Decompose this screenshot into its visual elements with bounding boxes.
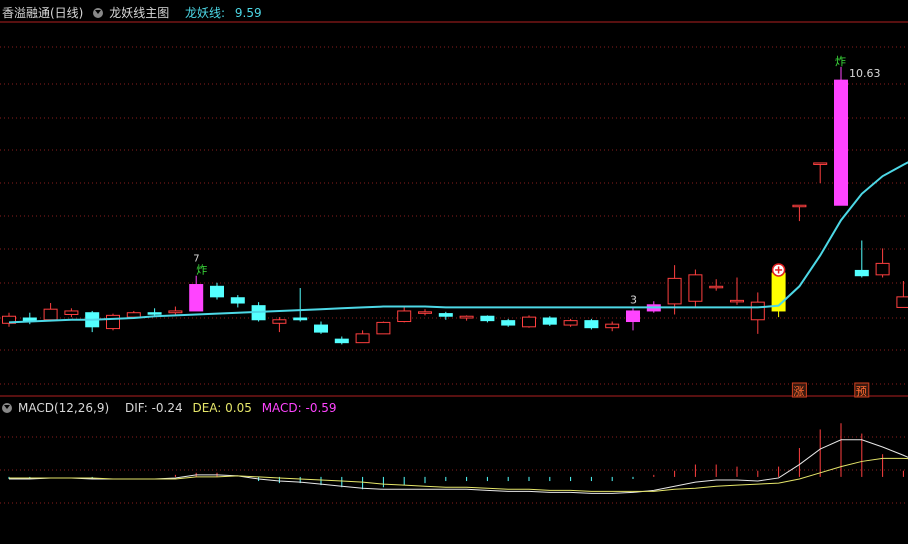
candle-body <box>522 316 536 328</box>
signal-box-label: 涨 <box>793 385 804 398</box>
candle-body <box>542 317 557 325</box>
signal-box-label: 预 <box>856 385 867 398</box>
candle-body <box>147 312 162 315</box>
stock-title[interactable]: 香溢融通(日线) <box>2 6 83 20</box>
candle-body <box>896 296 908 308</box>
candle-body <box>813 162 828 165</box>
candle-body <box>334 338 349 344</box>
dragon-line-label-text: 龙妖线: <box>185 6 226 20</box>
candle-body <box>584 320 599 329</box>
candle-body <box>168 310 183 314</box>
candle-body <box>64 310 79 315</box>
candle-body <box>418 311 432 314</box>
main-header: 香溢融通(日线) 龙妖线主图 龙妖线: 9.59 <box>2 5 274 21</box>
indicator-name[interactable]: 龙妖线主图 <box>93 6 175 20</box>
chart-canvas: 7炸3炸10.63涨预 <box>0 21 908 504</box>
candle-body <box>293 317 308 321</box>
candle-body <box>730 299 744 303</box>
candle-body <box>43 308 58 321</box>
candle-body <box>314 324 328 333</box>
candle-body <box>376 321 391 335</box>
explosion-label: 炸 <box>196 264 207 277</box>
dea-value: DEA: 0.05 <box>192 401 252 415</box>
candle-body <box>501 320 516 326</box>
explosion-label: 炸 <box>835 55 846 68</box>
candle-body <box>480 315 495 322</box>
candle-body <box>875 262 890 276</box>
candle-body <box>272 319 287 324</box>
indicator-name-label: 龙妖线主图 <box>109 6 170 20</box>
candle-body <box>355 333 370 344</box>
count-label: 3 <box>630 293 637 306</box>
macd-name-label: MACD(12,26,9) <box>18 401 110 415</box>
dropdown-icon[interactable] <box>93 8 104 18</box>
macd-value: MACD: -0.59 <box>261 401 337 415</box>
dragon-line-label: 龙妖线: 9.59 <box>185 6 268 20</box>
candle-body <box>106 314 120 330</box>
candle-body <box>750 301 765 321</box>
candle-body <box>397 310 412 323</box>
candle-body <box>189 284 204 312</box>
macd-header: MACD(12,26,9) DIF: -0.24 DEA: 0.05 MACD:… <box>2 400 343 416</box>
dea-line <box>9 457 908 492</box>
candle-body <box>626 310 640 323</box>
candle-body <box>605 323 620 329</box>
dropdown-icon[interactable] <box>2 403 12 413</box>
candle-body <box>688 274 703 302</box>
candle-body <box>854 269 869 277</box>
dragon-line-value: 9.59 <box>234 6 262 20</box>
candle-body <box>210 285 224 298</box>
candle-body <box>459 315 474 319</box>
macd-name[interactable]: MACD(12,26,9) <box>2 401 115 415</box>
high-price-label: 10.63 <box>849 67 881 80</box>
candle-body <box>792 204 807 208</box>
candle-body <box>230 297 245 304</box>
candle-body <box>667 277 682 305</box>
dif-value: DIF: -0.24 <box>124 401 183 415</box>
candle-body <box>834 79 848 206</box>
candle-body <box>563 320 578 326</box>
candle-body <box>126 312 141 318</box>
candle-body <box>438 313 453 317</box>
candle-body <box>709 285 724 289</box>
dif-line <box>9 439 908 494</box>
